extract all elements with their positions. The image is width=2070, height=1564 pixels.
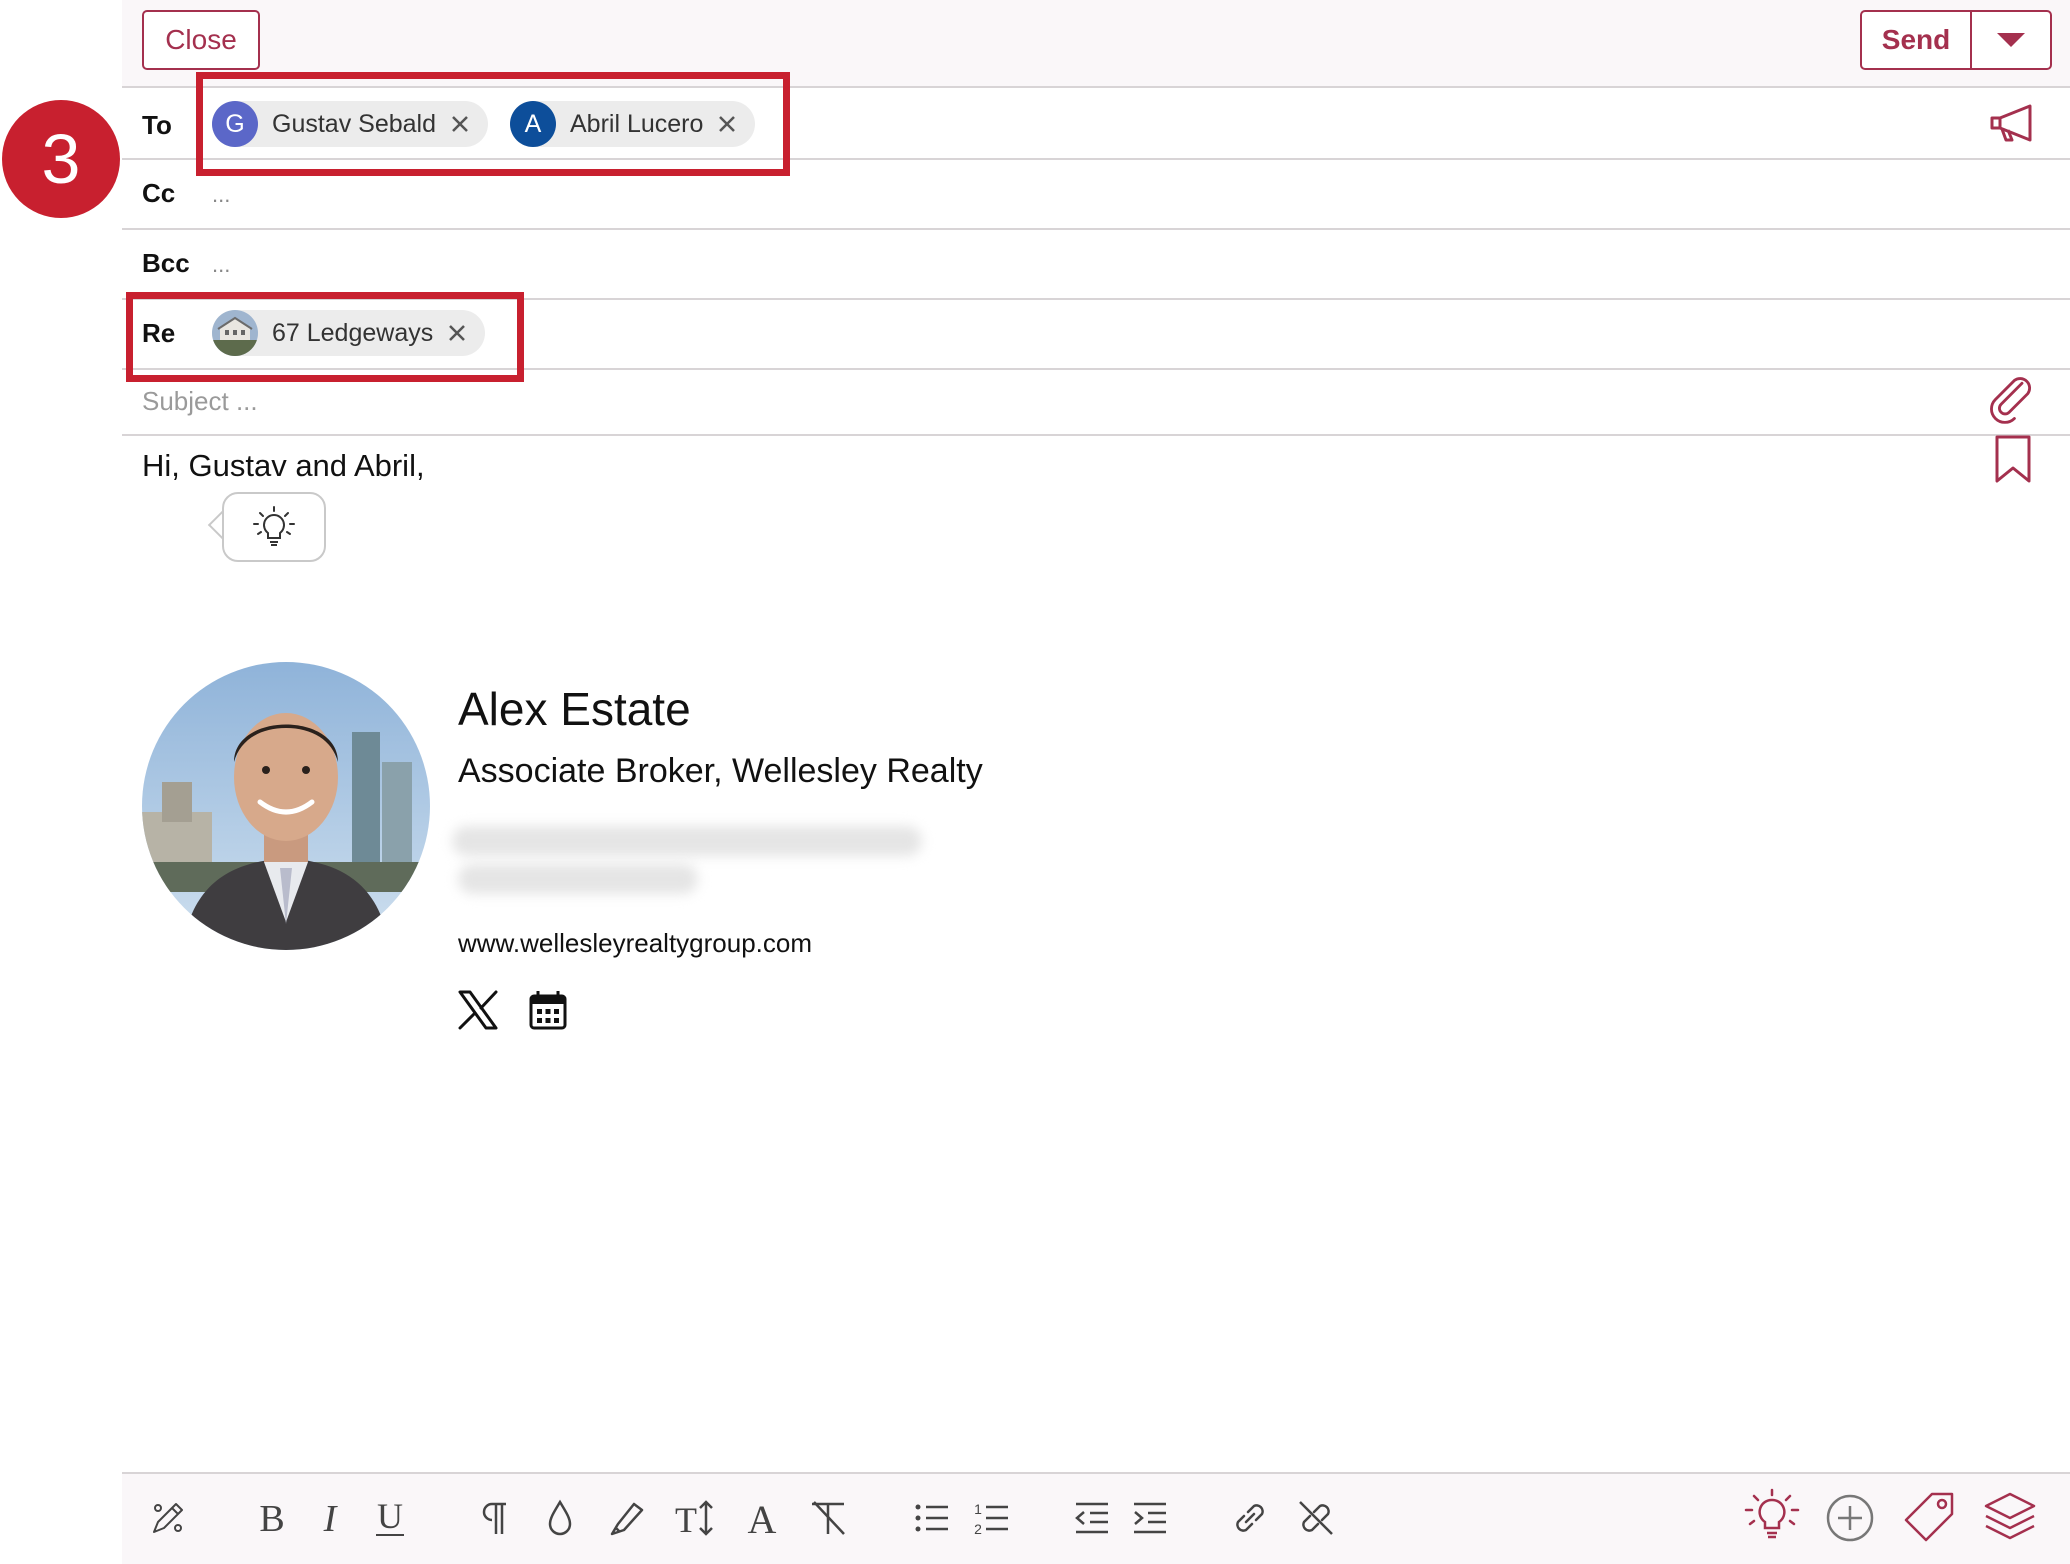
- numbered-list-icon[interactable]: 12: [968, 1494, 1016, 1542]
- edit-pencil-icon[interactable]: [144, 1494, 192, 1542]
- megaphone-icon[interactable]: [1986, 96, 2040, 150]
- calendar-icon[interactable]: [526, 988, 570, 1032]
- subject-input[interactable]: Subject ...: [142, 386, 258, 417]
- italic-icon[interactable]: I: [306, 1494, 354, 1542]
- paperclip-icon[interactable]: [1986, 376, 2040, 430]
- email-compose-window: Close Send To G Gustav Sebald A Abril Lu…: [122, 0, 2070, 1564]
- font-size-icon[interactable]: T: [670, 1494, 718, 1542]
- unlink-icon[interactable]: [1292, 1494, 1340, 1542]
- tag-icon[interactable]: [1902, 1488, 1958, 1544]
- link-icon[interactable]: [1226, 1494, 1274, 1542]
- cc-input[interactable]: ...: [212, 182, 230, 208]
- lightbulb-icon: [253, 506, 295, 546]
- recipients-highlight-box: [196, 72, 790, 176]
- add-circle-icon[interactable]: [1824, 1492, 1876, 1544]
- email-body-greeting[interactable]: Hi, Gustav and Abril,: [142, 448, 425, 484]
- indent-icon[interactable]: [1126, 1494, 1174, 1542]
- svg-text:B: B: [259, 1498, 284, 1538]
- text-color-icon[interactable]: [536, 1494, 584, 1542]
- lightbulb-icon[interactable]: [1742, 1486, 1802, 1546]
- regarding-highlight-box: [126, 292, 524, 382]
- svg-text:I: I: [323, 1498, 339, 1538]
- bcc-label: Bcc: [142, 248, 190, 278]
- close-button[interactable]: Close: [142, 10, 260, 70]
- highlight-icon[interactable]: [602, 1494, 650, 1542]
- font-icon[interactable]: A: [738, 1494, 786, 1542]
- redacted-contact-line: [452, 826, 922, 856]
- formatting-toolbar: B I U T A 12: [122, 1472, 2070, 1564]
- redacted-contact-line: [458, 864, 698, 894]
- svg-text:U: U: [377, 1498, 403, 1536]
- svg-text:1: 1: [974, 1501, 982, 1517]
- send-options-dropdown[interactable]: [1972, 12, 2050, 68]
- svg-text:2: 2: [974, 1521, 982, 1537]
- send-button[interactable]: Send: [1862, 12, 1972, 68]
- caret-down-icon: [1997, 33, 2025, 47]
- signature-title: Associate Broker, Wellesley Realty: [458, 752, 983, 790]
- cc-label: Cc: [142, 178, 176, 208]
- bulleted-list-icon[interactable]: [908, 1494, 956, 1542]
- underline-icon[interactable]: U: [366, 1494, 414, 1542]
- x-logo-icon[interactable]: [456, 988, 500, 1032]
- signature-website-link[interactable]: www.wellesleyrealtygroup.com: [458, 928, 812, 959]
- bookmark-icon[interactable]: [1986, 432, 2040, 486]
- paragraph-icon[interactable]: [470, 1494, 518, 1542]
- clear-format-icon[interactable]: [804, 1494, 852, 1542]
- suggestion-bubble[interactable]: [222, 492, 326, 562]
- svg-text:T: T: [675, 1500, 697, 1538]
- to-label: To: [142, 110, 172, 140]
- outdent-icon[interactable]: [1068, 1494, 1116, 1542]
- bcc-input[interactable]: ...: [212, 252, 230, 278]
- bcc-field-row[interactable]: Bcc ...: [122, 230, 2070, 300]
- signature-profile-photo: [142, 662, 430, 950]
- svg-text:A: A: [748, 1498, 777, 1538]
- send-button-group: Send: [1860, 10, 2052, 70]
- step-number-badge: 3: [2, 100, 120, 218]
- layers-icon[interactable]: [1982, 1488, 2038, 1544]
- bold-icon[interactable]: B: [248, 1494, 296, 1542]
- signature-name: Alex Estate: [458, 683, 691, 735]
